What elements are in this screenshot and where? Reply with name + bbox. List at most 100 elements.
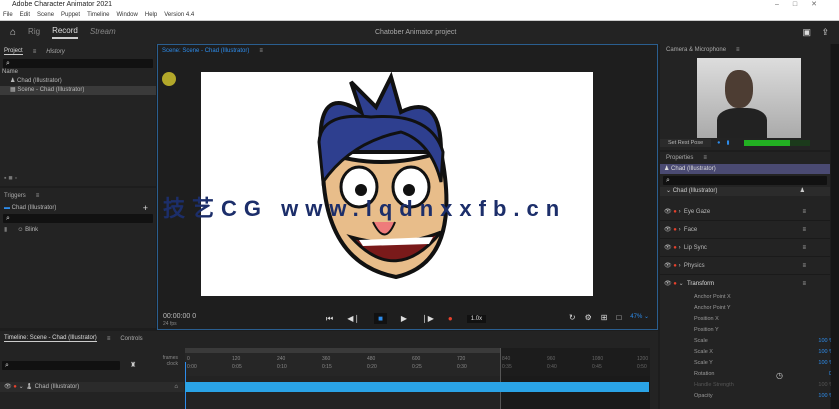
home-icon[interactable]: ⌂: [10, 27, 16, 38]
behavior-transform[interactable]: 👁 ● ⌄ Transform ≡: [660, 276, 830, 293]
param-scale[interactable]: Scale 100 %: [694, 338, 839, 344]
menu-puppet[interactable]: Puppet: [61, 10, 80, 20]
display-icon[interactable]: ⊞: [601, 313, 608, 322]
camera-panel: Camera & Microphone ≡ Set Rest Pose ● ▮: [660, 44, 830, 150]
name-column-header[interactable]: Name: [0, 68, 156, 77]
rotation-dial-icon[interactable]: ◷: [776, 371, 783, 380]
add-trigger-button[interactable]: +: [143, 204, 148, 213]
step-back-icon[interactable]: ◀❘: [347, 314, 360, 323]
track-bar[interactable]: [185, 382, 649, 392]
share-icon[interactable]: ⇪: [821, 27, 829, 38]
project-item-puppet[interactable]: ♟ Chad (Illustrator): [0, 77, 156, 86]
tab-project[interactable]: Project: [4, 48, 23, 55]
tab-controls[interactable]: Controls: [120, 336, 142, 342]
menu-icon[interactable]: ≡: [802, 276, 806, 293]
record-button[interactable]: ●: [448, 314, 453, 323]
maximize-button[interactable]: □: [793, 1, 811, 8]
play-icon[interactable]: ▶: [401, 314, 407, 323]
visibility-icon[interactable]: 👁: [4, 384, 12, 390]
param-position-y[interactable]: Position Y0: [694, 327, 839, 333]
properties-search[interactable]: ⌕: [663, 176, 827, 185]
minimize-button[interactable]: –: [775, 1, 793, 8]
param-anchor-x[interactable]: Anchor Point X0: [694, 294, 839, 300]
behavior-physics[interactable]: 👁 ● › Physics ≡: [660, 258, 830, 275]
scrollbar[interactable]: [831, 44, 839, 409]
param-scale-x[interactable]: Scale X 100 %: [694, 349, 839, 355]
behavior-label: Eye Gaze: [683, 209, 711, 215]
menu-window[interactable]: Window: [117, 10, 138, 20]
menu-scene[interactable]: Scene: [37, 10, 54, 20]
lock-icon[interactable]: ⌂: [174, 382, 178, 392]
ruler-tick: 120 0:05: [232, 356, 242, 370]
menu-file[interactable]: File: [3, 10, 13, 20]
behavior-label: Transform: [686, 281, 715, 287]
timeline-search[interactable]: ⌕: [2, 361, 120, 370]
trigger-label: Blink: [25, 227, 39, 233]
panel-menu-icon[interactable]: ≡: [703, 155, 707, 161]
behavior-label: Lip Sync: [683, 245, 707, 251]
zoom-select[interactable]: 47% ⌄: [630, 313, 649, 322]
param-rotation[interactable]: Rotation◷0°: [694, 371, 839, 380]
behavior-label: Face: [683, 227, 698, 233]
mic-toggle-icon[interactable]: ▮: [727, 140, 730, 146]
audio-level-meter: [743, 140, 810, 146]
param-anchor-y[interactable]: Anchor Point Y0: [694, 305, 839, 311]
tab-timeline[interactable]: Timeline: Scene - Chad (Illustrator): [4, 335, 97, 342]
puppet-icon: ♟: [799, 188, 805, 194]
scene-view-controls: ↻ ⚙ ⊞ □ 47% ⌄: [569, 313, 649, 322]
triggers-search[interactable]: ⌕: [3, 214, 153, 223]
panel-menu-icon[interactable]: ≡: [259, 48, 263, 54]
behavior-face[interactable]: 👁 ● › Face ≡: [660, 222, 830, 239]
cursor-highlight: [162, 72, 176, 86]
track-row[interactable]: 👁 ● ⌄ ♟ Chad (Illustrator) ⌂: [0, 382, 184, 392]
tab-stream[interactable]: Stream: [90, 27, 116, 38]
menu-icon[interactable]: ≡: [802, 258, 806, 275]
timecode[interactable]: 00:00:00: [163, 313, 190, 320]
menu-help[interactable]: Help: [145, 10, 157, 20]
group-label: Chad (Illustrator): [672, 188, 718, 194]
tab-history[interactable]: History: [46, 49, 65, 55]
settings-icon[interactable]: ⚙: [585, 313, 592, 322]
tab-record[interactable]: Record: [52, 26, 78, 39]
puppet-filter-icon[interactable]: ♜: [130, 361, 136, 369]
selected-puppet[interactable]: ♟ Chad (Illustrator): [660, 164, 830, 174]
arm-record-icon[interactable]: ●: [13, 384, 17, 390]
trigger-item[interactable]: ▮ ☺ Blink: [0, 226, 156, 235]
panel-menu-icon[interactable]: ≡: [33, 49, 37, 55]
behavior-eye-gaze[interactable]: 👁 ● › Eye Gaze ≡: [660, 204, 830, 221]
menu-edit[interactable]: Edit: [20, 10, 30, 20]
param-opacity[interactable]: Opacity 100 %: [694, 393, 839, 399]
project-panel: Project ≡ History ⌕ Name ♟ Chad (Illustrat…: [0, 44, 156, 186]
stage: [201, 71, 593, 296]
param-scale-y[interactable]: Scale Y 100 %: [694, 360, 839, 366]
background-icon[interactable]: □: [616, 313, 621, 322]
menu-icon[interactable]: ≡: [802, 222, 806, 239]
menu-icon[interactable]: ≡: [802, 204, 806, 221]
panel-menu-icon[interactable]: ≡: [107, 336, 111, 342]
project-footer-icons[interactable]: ▪ ■ ▫: [4, 175, 17, 182]
work-area-end[interactable]: [500, 348, 650, 409]
stop-button[interactable]: ■: [374, 313, 387, 324]
menu-icon[interactable]: ≡: [802, 240, 806, 257]
panel-menu-icon[interactable]: ≡: [736, 47, 740, 53]
menu-timeline[interactable]: Timeline: [87, 10, 109, 20]
project-item-scene[interactable]: ▦ Scene - Chad (Illustrator): [0, 86, 156, 95]
close-button[interactable]: ✕: [811, 1, 831, 8]
puppet-group-row[interactable]: ⌄ Chad (Illustrator) ♟: [660, 187, 830, 196]
tab-rig[interactable]: Rig: [28, 27, 40, 38]
menu-version[interactable]: Version 4.4: [164, 10, 194, 20]
scene-tab[interactable]: Scene: Scene - Chad (Illustrator): [162, 48, 249, 54]
refresh-icon[interactable]: ↻: [569, 313, 576, 322]
set-rest-pose-button[interactable]: Set Rest Pose: [660, 139, 712, 147]
step-forward-icon[interactable]: ❘▶: [421, 314, 434, 323]
project-search[interactable]: ⌕: [3, 59, 153, 68]
feedback-icon[interactable]: ▣: [802, 27, 811, 38]
go-to-start-icon[interactable]: ⏮: [326, 314, 333, 324]
param-position-x[interactable]: Position X0: [694, 316, 839, 322]
item-label: Scene - Chad (Illustrator): [17, 87, 85, 93]
panel-menu-icon[interactable]: ≡: [36, 193, 40, 199]
project-name: Chatober Animator project: [375, 29, 457, 36]
camera-toggle-icon[interactable]: ●: [717, 140, 720, 146]
speed-button[interactable]: 1.0x: [466, 314, 487, 323]
behavior-lip-sync[interactable]: 👁 ● › Lip Sync ≡: [660, 240, 830, 257]
